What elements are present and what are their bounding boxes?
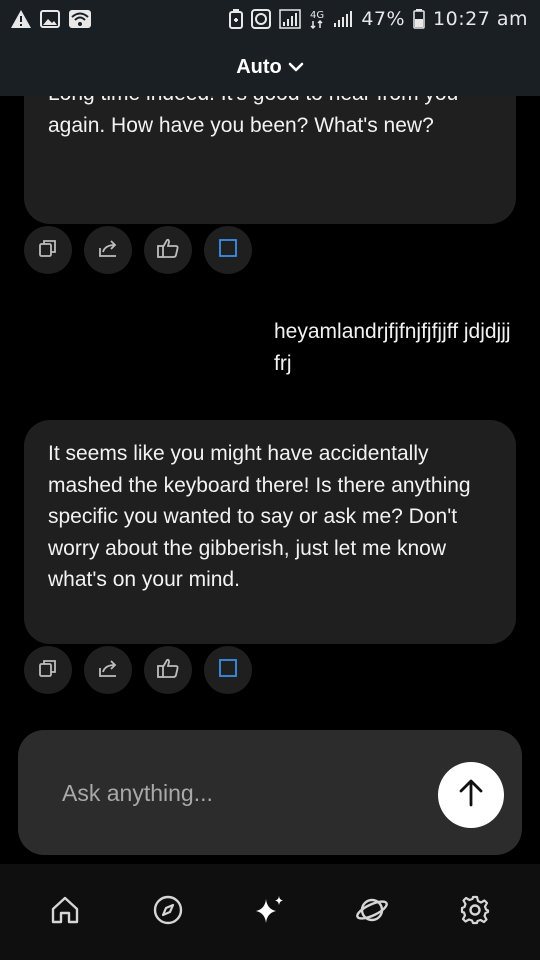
- message-actions: [24, 646, 252, 694]
- gear-icon: [459, 894, 491, 931]
- nav-explore[interactable]: [138, 882, 198, 942]
- ask-input[interactable]: [60, 774, 424, 812]
- battery-icon: [413, 9, 425, 29]
- image-icon: [40, 10, 60, 28]
- stop-icon: [218, 658, 238, 683]
- data-saver-icon: [251, 9, 272, 29]
- message-text: Long time indeed! It's good to hear from…: [48, 96, 458, 137]
- nav-settings[interactable]: [445, 882, 505, 942]
- thumbs-up-button[interactable]: [144, 226, 192, 274]
- stop-button[interactable]: [204, 646, 252, 694]
- sparkle-icon: [253, 893, 287, 932]
- chat-thread[interactable]: Long time indeed! It's good to hear from…: [0, 96, 540, 730]
- arrow-up-icon: [457, 778, 485, 813]
- copy-icon: [37, 657, 59, 684]
- send-button[interactable]: [438, 762, 504, 828]
- signal-icon: [279, 9, 302, 29]
- share-button[interactable]: [84, 226, 132, 274]
- thumbs-up-icon: [156, 657, 180, 684]
- battery-saver-icon: [229, 9, 244, 29]
- copy-icon: [37, 237, 59, 264]
- nav-home[interactable]: [35, 882, 95, 942]
- 4g-icon: 4G: [309, 8, 325, 30]
- model-label: Auto: [236, 55, 282, 78]
- top-bar: Auto: [0, 38, 540, 96]
- model-selector[interactable]: Auto: [236, 56, 304, 79]
- compass-icon: [152, 894, 184, 931]
- copy-button[interactable]: [24, 646, 72, 694]
- warning-icon: [10, 9, 32, 29]
- message-text: It seems like you might have accidentall…: [48, 442, 471, 591]
- nav-ai[interactable]: [240, 882, 300, 942]
- svg-text:4G: 4G: [310, 10, 324, 21]
- planet-icon: [354, 894, 390, 931]
- status-bar: 4G 47% 10:27 am: [0, 0, 540, 38]
- thumbs-up-icon: [156, 237, 180, 264]
- bottom-nav: [0, 864, 540, 960]
- nav-spaces[interactable]: [342, 882, 402, 942]
- assistant-message: It seems like you might have accidentall…: [24, 420, 516, 644]
- thumbs-up-button[interactable]: [144, 646, 192, 694]
- assistant-message: Long time indeed! It's good to hear from…: [24, 96, 516, 224]
- home-icon: [49, 894, 81, 931]
- copy-button[interactable]: [24, 226, 72, 274]
- stop-button[interactable]: [204, 226, 252, 274]
- message-actions: [24, 226, 252, 274]
- share-icon: [97, 657, 119, 684]
- battery-percent: 47%: [361, 8, 406, 30]
- user-message: heyamlandrjfjfnjfjfjjff jdjdjjjfrj: [274, 320, 511, 375]
- signal-2-icon: [333, 10, 353, 28]
- wifi-icon: [68, 9, 92, 29]
- share-button[interactable]: [84, 646, 132, 694]
- chevron-down-icon: [288, 56, 304, 79]
- composer: [18, 730, 522, 855]
- stop-icon: [218, 238, 238, 263]
- clock: 10:27 am: [433, 8, 528, 30]
- share-icon: [97, 237, 119, 264]
